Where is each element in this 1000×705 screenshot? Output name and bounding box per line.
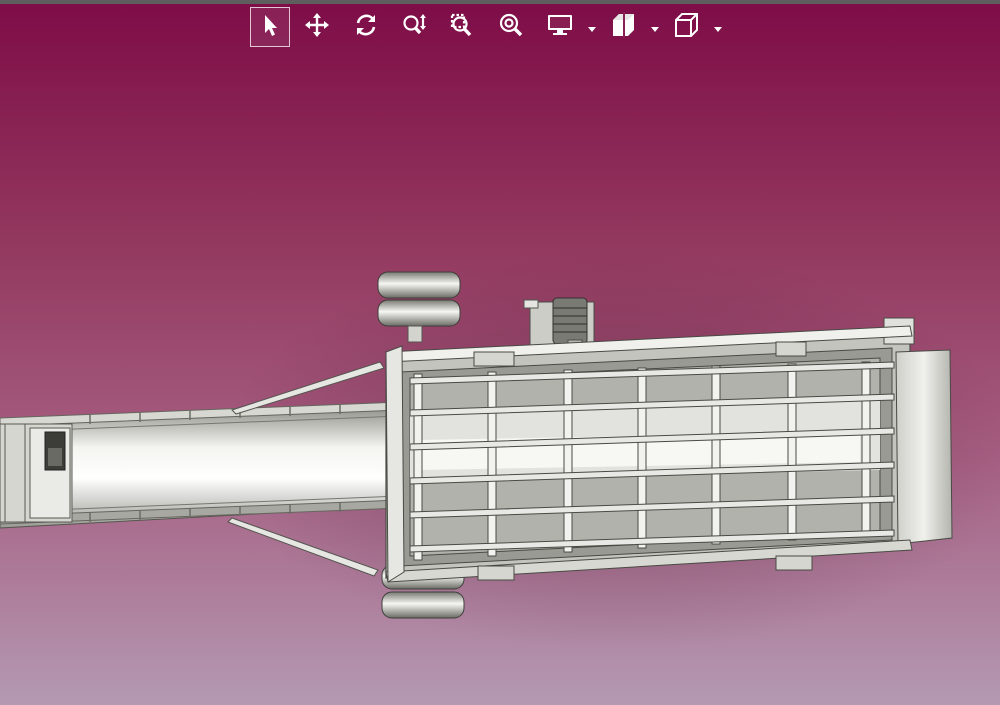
view-cube-icon [673,12,699,43]
pan-tool-button[interactable] [297,7,337,47]
pan-move-icon [304,12,330,43]
conveyor-model [0,250,1000,650]
view-orientation-button[interactable] [666,7,706,47]
zoom-updown-icon [401,12,427,43]
rotate-icon [353,12,379,43]
zoom-window-icon [449,12,475,43]
display-monitor-icon [547,12,573,43]
chevron-down-icon [587,21,597,38]
rotate-tool-button[interactable] [346,7,386,47]
zoom-fit-icon [498,12,524,43]
window-top-border [0,0,1000,4]
3d-viewport[interactable] [0,50,1000,705]
section-cut-icon [610,11,636,43]
zoom-tool-button[interactable] [394,7,434,47]
conveyor-tube [0,401,401,529]
section-view-button[interactable] [603,7,643,47]
zoom-fit-button[interactable] [491,7,531,47]
select-arrow-icon [257,12,283,43]
display-mode-button[interactable] [540,7,580,47]
chevron-down-icon [713,21,723,38]
section-view-dropdown[interactable] [650,21,660,32]
view-orientation-dropdown[interactable] [713,21,723,32]
display-mode-dropdown[interactable] [587,21,597,32]
zoom-window-button[interactable] [442,7,482,47]
chevron-down-icon [650,21,660,38]
select-tool-button[interactable] [250,7,290,47]
